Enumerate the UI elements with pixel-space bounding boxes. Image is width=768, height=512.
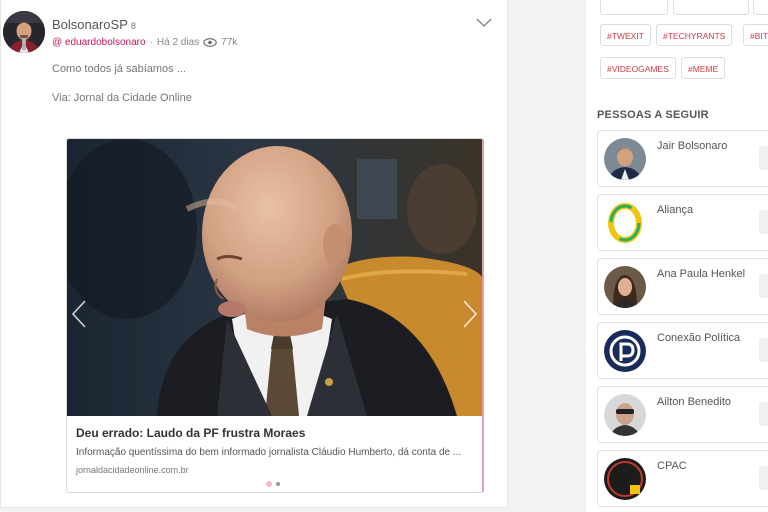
- person-avatar: [604, 202, 646, 244]
- follow-button[interactable]: [759, 146, 768, 170]
- tag-bit[interactable]: #BIT: [743, 24, 768, 46]
- view-count: 77k: [221, 37, 238, 48]
- carousel-dots: [266, 481, 280, 487]
- post-card: BolsonaroSP 8 @ eduardobolsonaro · Há 2 d…: [0, 0, 508, 508]
- tag-partial[interactable]: [600, 0, 668, 15]
- person-card[interactable]: Jair Bolsonaro: [597, 130, 768, 187]
- author-handle[interactable]: @ eduardobolsonaro: [52, 37, 146, 48]
- people-to-follow-title: PESSOAS A SEGUIR: [597, 109, 709, 121]
- person-name: Aliança: [657, 204, 694, 216]
- person-card[interactable]: CPAC: [597, 450, 768, 507]
- post-time: Há 2 dias: [156, 37, 200, 48]
- post-meta: @ eduardobolsonaro · Há 2 dias 77k: [52, 37, 237, 48]
- link-description: Informação quentíssima do bem informado …: [76, 447, 462, 458]
- person-card[interactable]: Ailton Benedito: [597, 386, 768, 443]
- person-name: Jair Bolsonaro: [657, 140, 728, 152]
- person-card[interactable]: Conexão Política: [597, 322, 768, 379]
- meta-separator: ·: [149, 37, 153, 48]
- eye-icon: [203, 38, 217, 47]
- carousel-dot[interactable]: [276, 482, 280, 486]
- author-name-text: BolsonaroSP: [52, 17, 128, 32]
- link-domain: jornaldacidadeonline.com.br: [76, 465, 189, 475]
- carousel-next-button[interactable]: [462, 299, 478, 329]
- chevron-down-icon[interactable]: [475, 16, 493, 28]
- right-sidebar: #TWEXIT #TECHYRANTS #BIT #VIDEOGAMES #ME…: [586, 0, 768, 512]
- tag-videogames[interactable]: #VIDEOGAMES: [600, 57, 676, 79]
- author-avatar[interactable]: [3, 11, 45, 53]
- tag-partial[interactable]: [753, 0, 768, 15]
- carousel-prev-button[interactable]: [71, 299, 87, 329]
- link-preview-image: [67, 139, 482, 416]
- link-title: Deu errado: Laudo da PF frustra Moraes: [76, 426, 306, 440]
- person-avatar: [604, 458, 646, 500]
- tag-partial[interactable]: [673, 0, 749, 15]
- follow-button[interactable]: [759, 274, 768, 298]
- person-name: Conexão Política: [657, 332, 741, 344]
- tag-meme[interactable]: #MEME: [681, 57, 726, 79]
- person-avatar: [604, 266, 646, 308]
- person-avatar: [604, 330, 646, 372]
- link-preview-card[interactable]: Deu errado: Laudo da PF frustra Moraes I…: [66, 138, 484, 493]
- post-text: Como todos já sabíamos ...: [52, 63, 186, 75]
- follow-button[interactable]: [759, 210, 768, 234]
- person-card[interactable]: Aliança: [597, 194, 768, 251]
- author-name[interactable]: BolsonaroSP 8: [52, 17, 136, 32]
- tag-techyrants[interactable]: #TECHYRANTS: [656, 24, 733, 46]
- person-avatar: [604, 138, 646, 180]
- follow-button[interactable]: [759, 402, 768, 426]
- carousel-dot-active[interactable]: [266, 481, 272, 487]
- person-name: Ana Paula Henkel: [657, 268, 746, 280]
- person-avatar: [604, 394, 646, 436]
- person-card[interactable]: Ana Paula Henkel: [597, 258, 768, 315]
- tag-twexit[interactable]: #TWEXIT: [600, 24, 651, 46]
- post-source: Via: Jornal da Cidade Online: [52, 92, 192, 104]
- follow-button[interactable]: [759, 338, 768, 362]
- author-badge: 8: [130, 21, 136, 31]
- person-name: CPAC: [657, 460, 687, 472]
- follow-button[interactable]: [759, 466, 768, 490]
- person-name: Ailton Benedito: [657, 396, 731, 408]
